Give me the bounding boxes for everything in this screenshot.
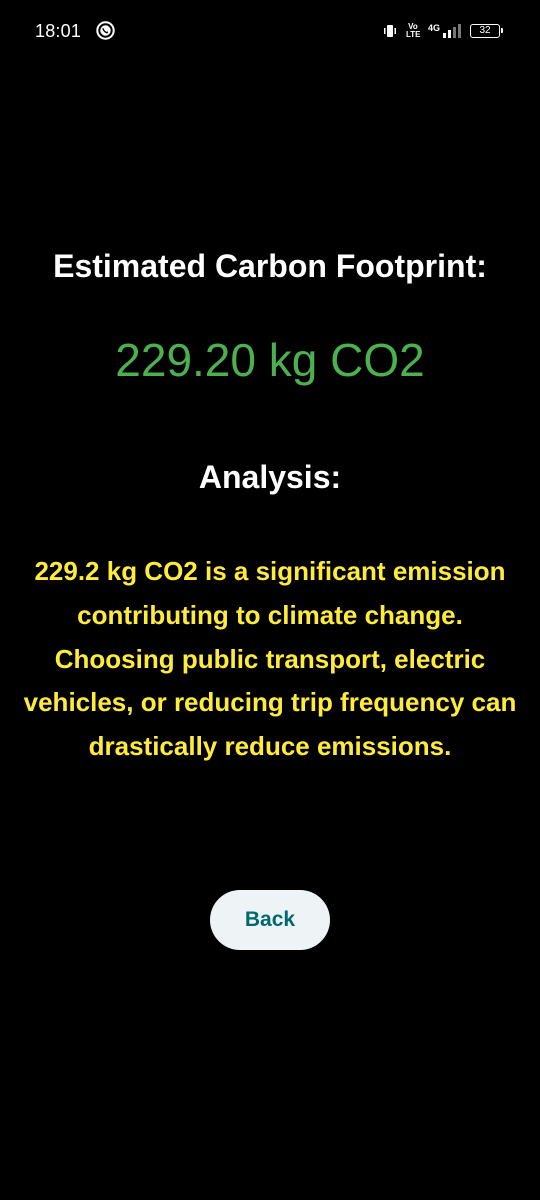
status-icons: Vo LTE 4G 32 bbox=[382, 21, 503, 41]
battery-icon: 32 bbox=[470, 24, 503, 38]
analysis-heading: Analysis: bbox=[198, 459, 342, 495]
vibrate-icon bbox=[382, 23, 398, 39]
volte-indicator: Vo LTE bbox=[405, 22, 421, 39]
status-time: 18:01 bbox=[35, 21, 82, 41]
signal-icon: 4G bbox=[428, 24, 462, 38]
screen: 18:01 Vo LTE 4G 32 Estimated Carbon Foot… bbox=[0, 0, 540, 1200]
page-title: Estimated Carbon Footprint: bbox=[53, 248, 487, 284]
network-type: 4G bbox=[427, 23, 440, 33]
whatsapp-icon bbox=[96, 21, 115, 40]
analysis-text: 229.2 kg CO2 is a significant emission c… bbox=[23, 556, 517, 762]
carbon-footprint-value: 229.20 kg CO2 bbox=[115, 334, 425, 386]
back-button[interactable]: Back bbox=[210, 890, 330, 950]
status-bar: 18:01 Vo LTE 4G 32 bbox=[0, 0, 540, 62]
